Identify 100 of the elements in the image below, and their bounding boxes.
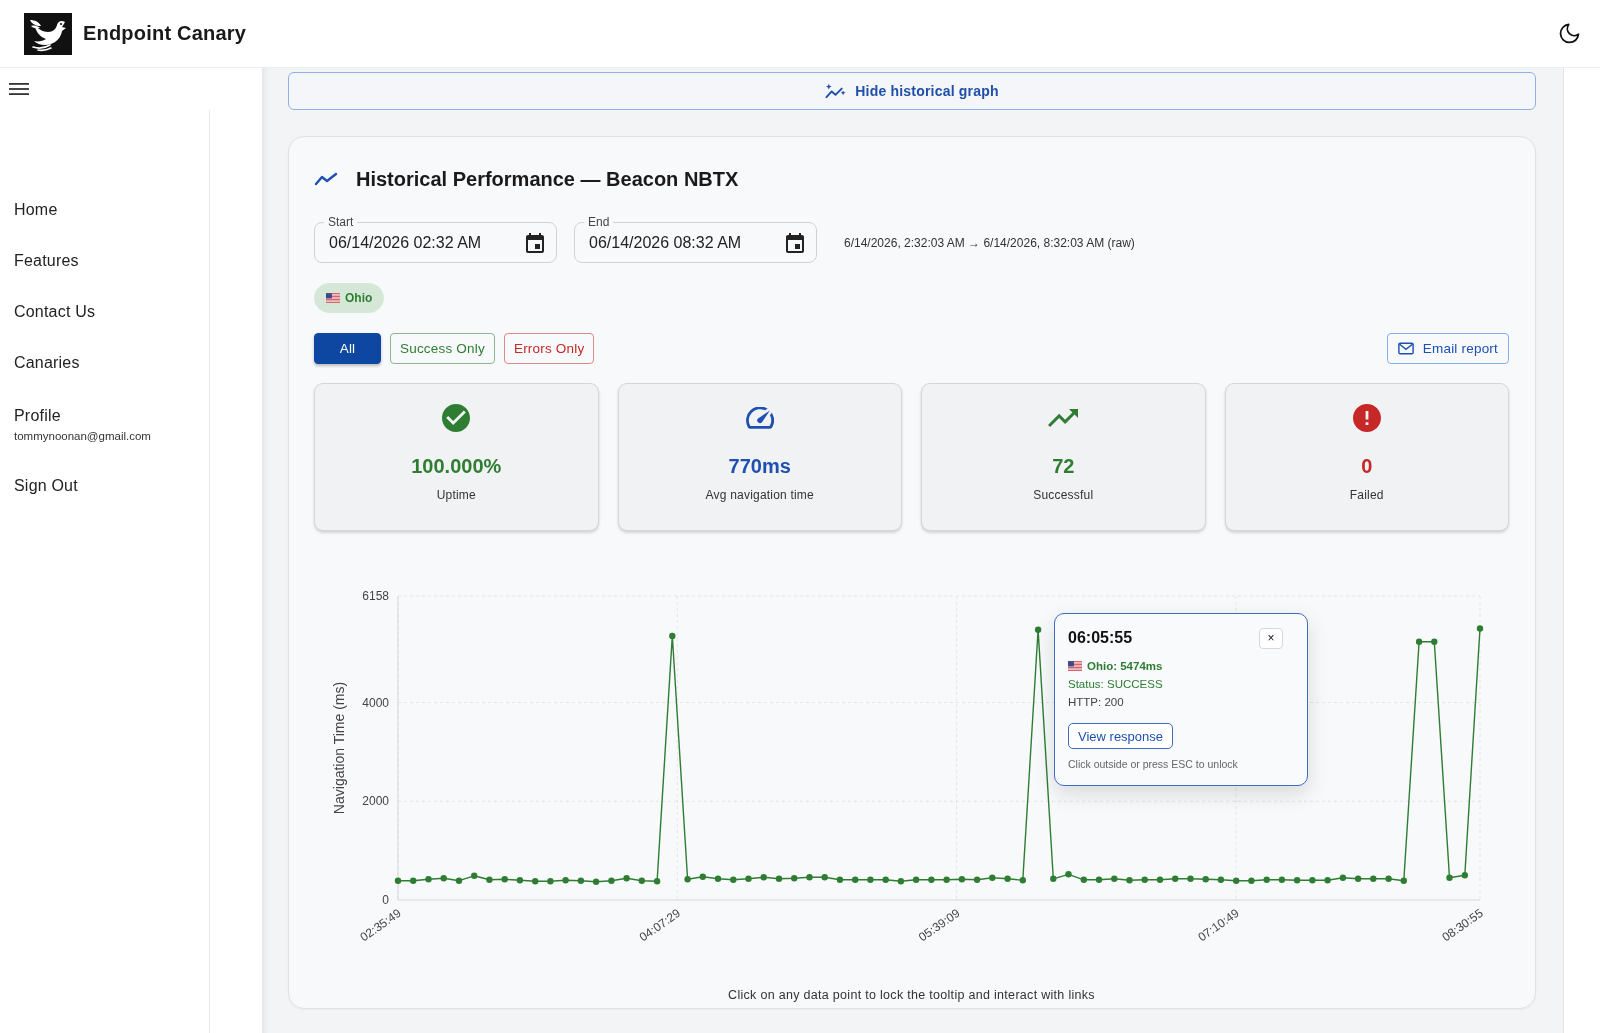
region-chip[interactable]: Ohio: [314, 283, 385, 313]
data-point[interactable]: [638, 877, 645, 884]
data-point[interactable]: [1400, 877, 1407, 884]
data-point[interactable]: [1385, 875, 1392, 882]
data-point[interactable]: [943, 876, 950, 883]
data-point[interactable]: [882, 876, 889, 883]
data-point[interactable]: [1172, 875, 1179, 882]
data-point[interactable]: [1034, 626, 1042, 633]
data-point[interactable]: [547, 878, 554, 885]
data-point[interactable]: [1354, 875, 1362, 882]
data-point[interactable]: [1293, 877, 1301, 884]
data-point[interactable]: [669, 632, 676, 640]
data-point[interactable]: [1278, 876, 1286, 883]
calendar-icon[interactable]: [786, 232, 804, 253]
stat-value: 72: [1052, 454, 1075, 479]
data-point[interactable]: [653, 878, 661, 885]
data-point[interactable]: [1431, 638, 1438, 645]
email-report-button[interactable]: Email report: [1386, 333, 1509, 364]
data-point[interactable]: [1217, 876, 1225, 883]
data-point[interactable]: [1050, 875, 1057, 882]
stat-value: 770ms: [728, 454, 791, 479]
data-point[interactable]: [577, 877, 585, 884]
data-point[interactable]: [973, 876, 981, 883]
data-point[interactable]: [730, 876, 737, 883]
moon-icon[interactable]: [1559, 23, 1580, 44]
nav-item[interactable]: Canaries: [0, 337, 209, 388]
data-point[interactable]: [806, 874, 813, 881]
data-point[interactable]: [897, 878, 905, 885]
data-point[interactable]: [1095, 876, 1103, 883]
data-point[interactable]: [867, 876, 874, 883]
filter-button[interactable]: Errors Only: [503, 333, 595, 364]
view-response-button[interactable]: View response: [1068, 723, 1174, 749]
data-point[interactable]: [1309, 877, 1316, 884]
data-point[interactable]: [928, 876, 935, 883]
axis-tick-label: 4000: [362, 695, 389, 710]
data-point[interactable]: [394, 877, 402, 884]
data-point[interactable]: [1019, 877, 1026, 884]
data-point[interactable]: [821, 874, 828, 881]
data-point[interactable]: [1415, 638, 1423, 645]
data-point[interactable]: [440, 875, 447, 882]
filter-button[interactable]: Success Only: [390, 333, 495, 364]
axis-tick-label: 0: [382, 893, 389, 907]
data-point[interactable]: [791, 875, 798, 882]
hide-graph-button[interactable]: Hide historical graph: [288, 72, 1536, 110]
data-point[interactable]: [486, 876, 493, 883]
data-point[interactable]: [775, 875, 783, 882]
calendar-icon[interactable]: [526, 232, 544, 253]
data-point[interactable]: [958, 876, 966, 883]
nav-item[interactable]: Contact Us: [0, 286, 209, 337]
data-point[interactable]: [562, 877, 569, 884]
data-point[interactable]: [912, 876, 920, 883]
data-point[interactable]: [1446, 874, 1453, 881]
data-point[interactable]: [501, 876, 508, 883]
data-point[interactable]: [1065, 871, 1072, 878]
data-point[interactable]: [1324, 877, 1331, 884]
bird-logo-icon: [24, 12, 72, 55]
data-point[interactable]: [836, 876, 844, 883]
close-button[interactable]: ×: [1259, 627, 1283, 649]
data-point[interactable]: [745, 875, 752, 882]
data-point[interactable]: [1233, 877, 1240, 884]
data-point[interactable]: [410, 877, 417, 884]
data-point[interactable]: [1004, 875, 1011, 882]
data-point[interactable]: [1370, 875, 1377, 882]
nav-item[interactable]: Features: [0, 235, 209, 286]
menu-icon[interactable]: [9, 83, 29, 95]
nav-item[interactable]: Profile: [0, 388, 209, 426]
data-point[interactable]: [989, 874, 996, 881]
data-point[interactable]: [684, 876, 691, 883]
data-point[interactable]: [1202, 876, 1209, 883]
data-point[interactable]: [623, 875, 630, 882]
data-point[interactable]: [608, 877, 615, 884]
data-point[interactable]: [455, 877, 463, 884]
data-point[interactable]: [532, 878, 539, 885]
data-point[interactable]: [1248, 877, 1255, 884]
data-point[interactable]: [1187, 875, 1194, 882]
nav-item[interactable]: Home: [0, 184, 209, 235]
data-point[interactable]: [1339, 874, 1347, 881]
data-point[interactable]: [471, 872, 478, 879]
data-point[interactable]: [425, 876, 432, 883]
nav-item[interactable]: Sign Out: [0, 460, 209, 512]
data-point[interactable]: [699, 873, 706, 880]
data-point[interactable]: [592, 878, 600, 885]
data-point[interactable]: [1126, 877, 1133, 884]
data-point[interactable]: [1156, 876, 1164, 883]
data-point[interactable]: [1461, 872, 1468, 879]
range-text: 6/14/2026, 2:32:03 AM → 6/14/2026, 8:32:03 AM (raw): [844, 235, 1135, 250]
card-title: Historical Performance — Beacon NBTX: [356, 167, 739, 192]
filter-button[interactable]: All: [314, 333, 381, 364]
data-point[interactable]: [516, 877, 524, 884]
data-point[interactable]: [1476, 625, 1484, 632]
data-point[interactable]: [1263, 876, 1270, 883]
data-point[interactable]: [760, 874, 767, 881]
axis-tick-label: 2000: [362, 794, 389, 809]
data-point[interactable]: [1141, 876, 1148, 883]
data-point[interactable]: [852, 876, 859, 883]
data-point[interactable]: [1080, 876, 1087, 883]
data-point[interactable]: [714, 875, 722, 882]
stat-label: Avg navigation time: [705, 487, 814, 503]
data-point[interactable]: [1111, 875, 1118, 882]
stat-value: 0: [1361, 454, 1373, 479]
